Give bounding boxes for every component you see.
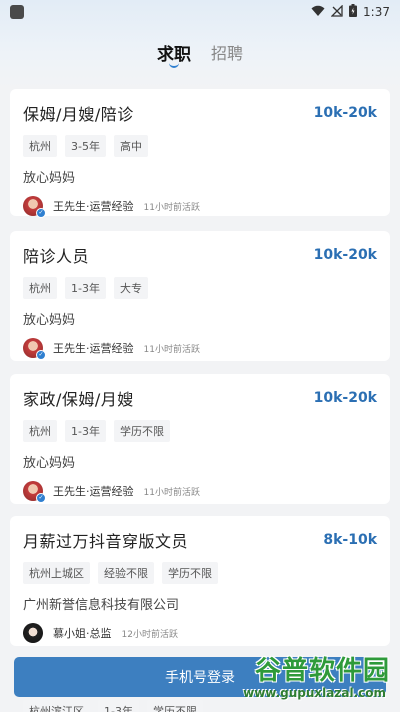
job-title: 月薪过万抖音穿版文员: [23, 532, 189, 551]
job-title: 陪诊人员: [23, 247, 90, 266]
tag-education: 学历不限: [146, 700, 203, 712]
verified-icon: ✓: [36, 493, 46, 503]
recruiter-name: 王先生·运营经验: [53, 200, 134, 213]
watermark-url: www.gupuxlazal.com: [243, 686, 386, 700]
job-card[interactable]: 陪诊人员 10k-20k 杭州 1-3年 大专 放心妈妈 ✓ 王先生·运营经验 …: [10, 231, 390, 361]
battery-icon: [349, 4, 358, 20]
tag-location: 杭州: [23, 277, 57, 299]
tag-education: 学历不限: [113, 420, 170, 442]
active-time: 11小时前活跃: [143, 487, 200, 498]
active-tab-indicator: [168, 62, 179, 68]
salary: 10k-20k: [313, 247, 377, 263]
tag-experience: 经验不限: [98, 562, 154, 584]
notification-icon: [10, 5, 24, 19]
wifi-icon: [311, 5, 325, 20]
tag-location: 杭州: [23, 420, 57, 442]
tag-location: 杭州滨江区: [23, 700, 90, 712]
active-time: 11小时前活跃: [143, 202, 200, 213]
salary: 8k-10k: [323, 532, 377, 548]
avatar: [23, 623, 43, 643]
recruiter-name: 慕小姐·总监: [53, 627, 112, 640]
tag-education: 高中: [113, 135, 148, 157]
tag-location: 杭州上城区: [23, 562, 90, 584]
job-title: 家政/保姆/月嫂: [23, 390, 134, 409]
status-time: 1:37: [363, 5, 390, 19]
tag-education: 大专: [113, 277, 148, 299]
job-card[interactable]: 保姆/月嫂/陪诊 10k-20k 杭州 3-5年 高中 放心妈妈 ✓ 王先生·运…: [10, 89, 390, 218]
next-card-tags: 杭州滨江区 1-3年 学历不限: [23, 700, 203, 712]
watermark: 谷普软件园 www.gupuxlazal.com: [216, 650, 394, 708]
salary: 10k-20k: [313, 390, 377, 406]
job-card[interactable]: 家政/保姆/月嫂 10k-20k 杭州 1-3年 学历不限 放心妈妈 ✓ 王先生…: [10, 374, 390, 504]
active-time: 11小时前活跃: [143, 344, 200, 355]
job-title: 保姆/月嫂/陪诊: [23, 105, 134, 124]
status-bar: 1:37: [0, 0, 400, 24]
avatar: ✓: [23, 196, 46, 218]
company-name: 广州新誉信息科技有限公司: [23, 598, 180, 613]
company-name: 放心妈妈: [23, 171, 76, 186]
tab-recruiting[interactable]: 招聘: [211, 40, 243, 64]
avatar: ✓: [23, 338, 46, 360]
tab-bar: 求职 招聘: [0, 40, 400, 76]
signal-off-icon: [330, 3, 343, 20]
tag-experience: 1-3年: [65, 277, 106, 299]
avatar: ✓: [23, 481, 46, 503]
tab-label: 招聘: [210, 44, 243, 63]
salary: 10k-20k: [313, 105, 377, 121]
company-name: 放心妈妈: [23, 313, 76, 328]
tab-job-seeking[interactable]: 求职: [157, 40, 191, 68]
company-name: 放心妈妈: [23, 456, 76, 471]
verified-icon: ✓: [36, 350, 46, 360]
watermark-title: 谷普软件园: [254, 656, 390, 686]
job-card[interactable]: 月薪过万抖音穿版文员 8k-10k 杭州上城区 经验不限 学历不限 广州新誉信息…: [10, 516, 390, 646]
tag-location: 杭州: [23, 135, 57, 157]
verified-icon: ✓: [36, 208, 46, 218]
recruiter-name: 王先生·运营经验: [53, 485, 134, 498]
active-time: 12小时前活跃: [121, 629, 178, 640]
tag-experience: 1-3年: [98, 700, 139, 712]
tag-experience: 1-3年: [65, 420, 106, 442]
tag-experience: 3-5年: [65, 135, 106, 157]
tag-education: 学历不限: [162, 562, 218, 584]
recruiter-name: 王先生·运营经验: [53, 342, 134, 355]
